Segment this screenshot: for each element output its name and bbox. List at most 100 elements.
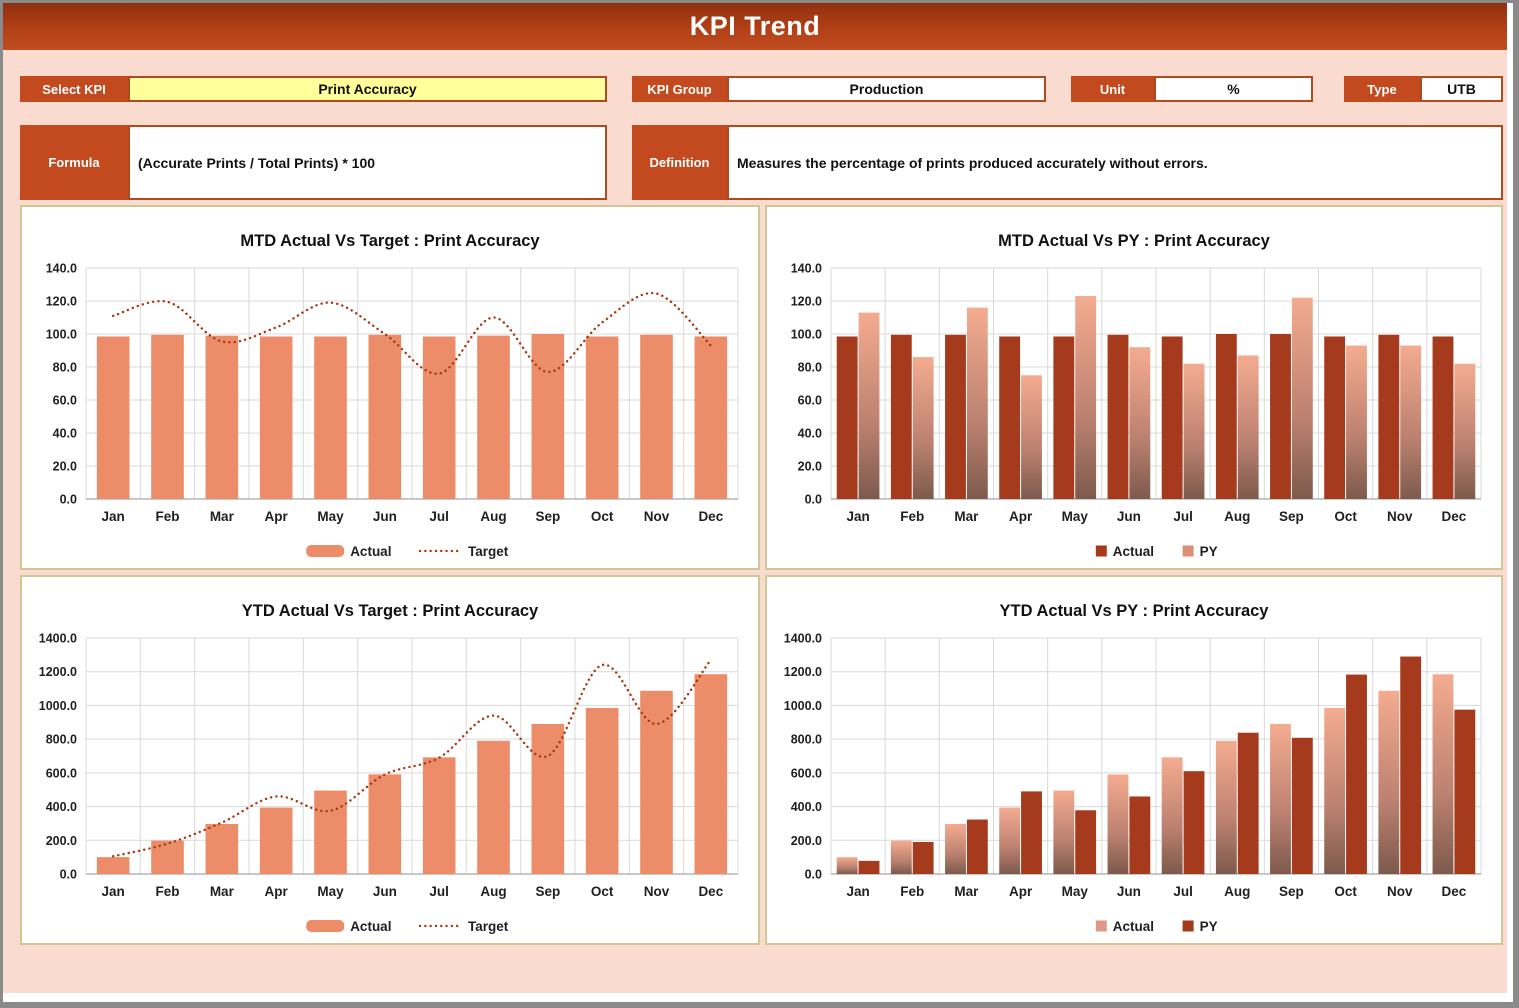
svg-text:Apr: Apr	[265, 509, 289, 524]
kpi-group-value: Production	[727, 76, 1046, 102]
svg-text:Mar: Mar	[210, 509, 235, 524]
svg-text:Feb: Feb	[900, 509, 924, 524]
svg-text:May: May	[317, 884, 344, 899]
svg-text:60.0: 60.0	[53, 394, 77, 408]
svg-text:Sep: Sep	[535, 509, 560, 524]
svg-text:400.0: 400.0	[46, 800, 77, 814]
svg-text:1200.0: 1200.0	[784, 665, 822, 679]
svg-text:Nov: Nov	[1387, 884, 1413, 899]
svg-text:Target: Target	[468, 919, 509, 934]
svg-text:20.0: 20.0	[53, 460, 77, 474]
svg-text:PY: PY	[1200, 544, 1218, 559]
ytd-actual-vs-target-panel: YTD Actual Vs Target : Print Accuracy 0.…	[20, 575, 760, 945]
type-value: UTB	[1420, 76, 1503, 102]
mtd-actual-vs-target-chart: 0.020.040.060.080.0100.0120.0140.0JanFeb…	[22, 253, 758, 570]
svg-text:600.0: 600.0	[791, 766, 822, 780]
ytd-actual-vs-py-panel: YTD Actual Vs PY : Print Accuracy 0.0200…	[765, 575, 1503, 945]
svg-text:PY: PY	[1200, 919, 1218, 934]
ytd-actual-vs-target-chart: 0.0200.0400.0600.0800.01000.01200.01400.…	[22, 623, 758, 945]
svg-text:600.0: 600.0	[46, 766, 77, 780]
svg-text:Apr: Apr	[1009, 509, 1033, 524]
svg-text:Jan: Jan	[846, 509, 869, 524]
page-title: KPI Trend	[690, 11, 821, 42]
select-kpi-label: Select KPI	[20, 76, 128, 102]
svg-text:Dec: Dec	[698, 509, 723, 524]
svg-text:Sep: Sep	[1279, 884, 1304, 899]
svg-text:0.0: 0.0	[805, 868, 822, 882]
svg-text:200.0: 200.0	[791, 834, 822, 848]
svg-text:Oct: Oct	[1334, 884, 1357, 899]
svg-text:Sep: Sep	[535, 884, 560, 899]
dashboard-window: KPI Trend Select KPI Print Accuracy KPI …	[0, 0, 1519, 1008]
formula-label: Formula	[20, 125, 128, 200]
svg-text:140.0: 140.0	[791, 262, 822, 276]
chart-title: YTD Actual Vs Target : Print Accuracy	[22, 577, 758, 623]
mtd-actual-vs-target-panel: MTD Actual Vs Target : Print Accuracy 0.…	[20, 205, 760, 570]
svg-text:0.0: 0.0	[60, 868, 77, 882]
type-label: Type	[1344, 76, 1420, 102]
dashboard-title-bar: KPI Trend	[3, 3, 1507, 50]
svg-text:Oct: Oct	[1334, 509, 1357, 524]
svg-text:Aug: Aug	[1224, 509, 1250, 524]
right-gutter	[1507, 3, 1513, 1002]
svg-text:100.0: 100.0	[46, 328, 77, 342]
svg-text:120.0: 120.0	[791, 295, 822, 309]
svg-text:Apr: Apr	[265, 884, 289, 899]
unit-label: Unit	[1071, 76, 1154, 102]
svg-text:Jul: Jul	[429, 509, 449, 524]
svg-text:1200.0: 1200.0	[39, 665, 77, 679]
select-kpi-dropdown[interactable]: Print Accuracy	[128, 76, 607, 102]
svg-text:May: May	[317, 509, 344, 524]
svg-text:Nov: Nov	[1387, 509, 1413, 524]
svg-text:60.0: 60.0	[798, 394, 822, 408]
svg-text:Actual: Actual	[350, 919, 391, 934]
svg-text:Actual: Actual	[1113, 544, 1154, 559]
svg-text:May: May	[1062, 884, 1089, 899]
svg-text:Jan: Jan	[102, 884, 125, 899]
svg-text:Jun: Jun	[373, 884, 397, 899]
svg-text:Mar: Mar	[954, 884, 979, 899]
svg-text:Jun: Jun	[373, 509, 397, 524]
svg-text:Aug: Aug	[480, 509, 506, 524]
svg-text:Jan: Jan	[102, 509, 125, 524]
svg-text:1400.0: 1400.0	[39, 632, 77, 646]
svg-text:200.0: 200.0	[46, 834, 77, 848]
svg-text:Jul: Jul	[429, 884, 449, 899]
definition-value: Measures the percentage of prints produc…	[727, 125, 1503, 200]
svg-text:20.0: 20.0	[798, 460, 822, 474]
svg-text:Jul: Jul	[1173, 509, 1193, 524]
svg-text:Mar: Mar	[210, 884, 235, 899]
svg-text:Apr: Apr	[1009, 884, 1033, 899]
svg-text:140.0: 140.0	[46, 262, 77, 276]
chart-title: MTD Actual Vs Target : Print Accuracy	[22, 207, 758, 253]
svg-text:0.0: 0.0	[805, 493, 822, 507]
svg-text:Oct: Oct	[591, 509, 614, 524]
mtd-actual-vs-py-panel: MTD Actual Vs PY : Print Accuracy 0.0 20.…	[765, 205, 1503, 570]
svg-text:40.0: 40.0	[798, 427, 822, 441]
svg-text:80.0: 80.0	[798, 361, 822, 375]
bottom-gutter	[3, 993, 1507, 1002]
svg-text:Jan: Jan	[846, 884, 869, 899]
svg-text:Actual: Actual	[1113, 919, 1154, 934]
svg-text:Jun: Jun	[1117, 884, 1141, 899]
svg-text:Feb: Feb	[155, 884, 179, 899]
svg-text:100.0: 100.0	[791, 328, 822, 342]
svg-text:0.0: 0.0	[60, 493, 77, 507]
svg-text:Oct: Oct	[591, 884, 614, 899]
svg-text:Aug: Aug	[480, 884, 506, 899]
svg-text:1000.0: 1000.0	[39, 699, 77, 713]
svg-text:May: May	[1062, 509, 1089, 524]
svg-text:Feb: Feb	[900, 884, 924, 899]
svg-text:Actual: Actual	[350, 544, 391, 559]
svg-text:1400.0: 1400.0	[784, 632, 822, 646]
svg-text:Dec: Dec	[1442, 884, 1467, 899]
svg-text:1000.0: 1000.0	[784, 699, 822, 713]
svg-text:Nov: Nov	[644, 509, 670, 524]
svg-text:Jun: Jun	[1117, 509, 1141, 524]
svg-text:Target: Target	[468, 544, 509, 559]
svg-text:Feb: Feb	[155, 509, 179, 524]
unit-value: %	[1154, 76, 1313, 102]
svg-text:Dec: Dec	[698, 884, 723, 899]
kpi-group-label: KPI Group	[632, 76, 727, 102]
chart-title: MTD Actual Vs PY : Print Accuracy	[767, 207, 1501, 253]
